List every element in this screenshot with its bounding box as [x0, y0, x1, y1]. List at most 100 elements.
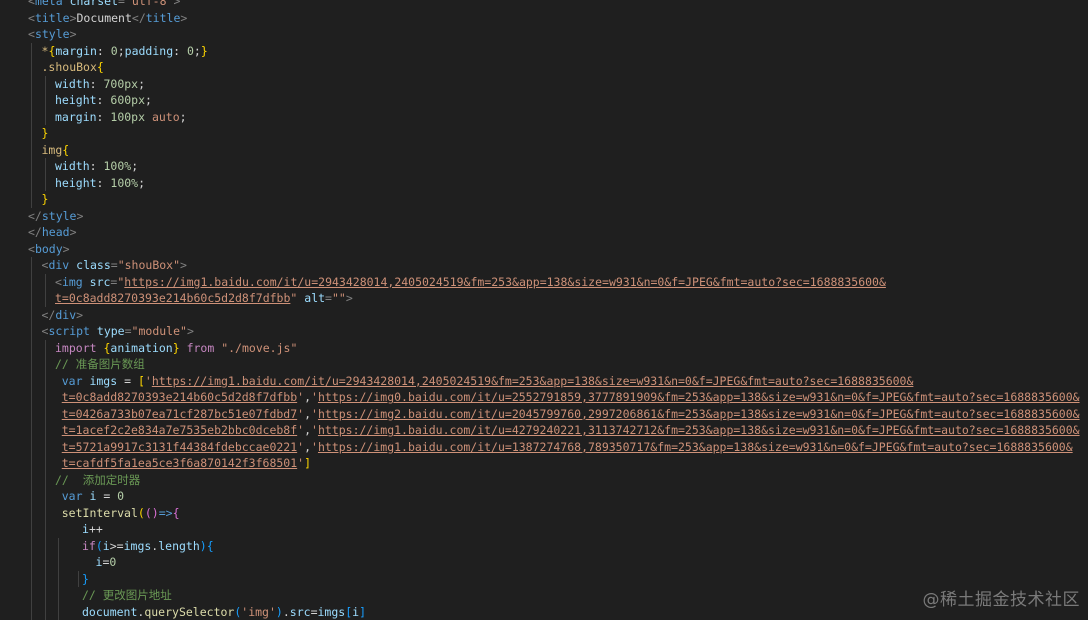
code-token: body: [35, 242, 63, 256]
code-token: setInterval: [62, 506, 138, 520]
code-token: "module": [132, 324, 187, 338]
code-line: <script type="module">: [42, 323, 194, 340]
code-token: "utf-8": [125, 0, 173, 8]
indent-guide: [58, 538, 59, 620]
code-token: t=5721a9917c3131f44384fdebccae0221: [62, 440, 297, 454]
code-token: t=0426a733b07ea71cf287bc51e07fdbd7: [62, 407, 297, 421]
code-token: style: [35, 27, 70, 41]
code-token: https://img1.baidu.com/it/u=2943428014,2…: [124, 275, 886, 289]
code-token: ': [145, 374, 152, 388]
code-token: [: [138, 374, 145, 388]
code-token: meta: [35, 0, 63, 8]
code-token: <: [28, 27, 35, 41]
code-token: if: [82, 539, 96, 553]
code-token: </: [28, 209, 42, 223]
code-line: t=cafdf5fa1ea5ce3f6a870142f3f68501']: [62, 455, 311, 472]
code-token: type: [90, 324, 125, 338]
code-line: t=0426a733b07ea71cf287bc51e07fdbd7','htt…: [62, 406, 1080, 423]
code-token: querySelector: [144, 605, 234, 619]
code-line: setInterval(()=>{: [62, 505, 180, 522]
code-line: <style>: [28, 26, 77, 43]
code-line: width: 100%;: [55, 158, 138, 175]
code-token: 'img': [241, 605, 276, 619]
code-token: >: [180, 258, 187, 272]
code-token: <: [55, 275, 62, 289]
code-token: {: [62, 143, 69, 157]
code-token: :: [97, 176, 111, 190]
code-token: :: [90, 77, 104, 91]
code-token: Document: [77, 11, 132, 25]
code-token: >: [346, 291, 353, 305]
code-line: t=1acef2c2e834a7e7535eb2bbc0dceb8f','htt…: [62, 422, 1080, 439]
code-token: imgs: [124, 539, 152, 553]
code-line: // 添加定时器: [55, 472, 140, 489]
code-token: :: [97, 93, 111, 107]
code-token: imgs: [89, 374, 117, 388]
code-token: ]: [304, 456, 311, 470]
code-token: ){: [200, 539, 214, 553]
code-token: ': [311, 390, 318, 404]
code-token: (): [145, 506, 159, 520]
code-token: https://img0.baidu.com/it/u=2552791859,3…: [318, 390, 1080, 404]
code-token: ,: [304, 407, 311, 421]
code-token: <: [28, 242, 35, 256]
code-token: <: [28, 0, 35, 8]
code-token: class: [69, 258, 111, 272]
code-token: 100%: [110, 176, 138, 190]
code-line: height: 600px;: [55, 92, 152, 109]
code-token: width: [55, 77, 90, 91]
watermark: @稀土掘金技术社区: [923, 585, 1081, 610]
code-line: <img src="https://img1.baidu.com/it/u=29…: [55, 274, 886, 291]
code-token: (: [138, 506, 145, 520]
code-line: }: [42, 125, 49, 142]
code-token: >: [180, 11, 187, 25]
code-editor[interactable]: <meta charset="utf-8"><title>Document</t…: [0, 0, 1088, 618]
code-token: // 更改图片地址: [82, 588, 172, 602]
code-token: height: [55, 176, 97, 190]
code-line: var i = 0: [62, 488, 124, 505]
code-line: *{margin: 0;padding: 0;}: [42, 43, 208, 60]
code-token: https://img1.baidu.com/it/u=1387274768,7…: [318, 440, 1073, 454]
code-token: title: [146, 11, 181, 25]
code-token: 700px: [103, 77, 138, 91]
code-token: ;: [180, 110, 187, 124]
code-line: height: 100%;: [55, 175, 145, 192]
code-line: <body>: [28, 241, 70, 258]
code-token: t=0c8add8270393e214b60c5d2d8f7dfbb: [62, 390, 297, 404]
code-token: margin: [55, 44, 97, 58]
code-token: div: [48, 258, 69, 272]
code-token: }: [42, 192, 49, 206]
indent-guide: [31, 257, 32, 620]
code-token: from: [180, 341, 222, 355]
code-token: >: [76, 209, 83, 223]
code-token: var: [62, 489, 90, 503]
code-token: 600px: [110, 93, 145, 107]
code-token: {: [173, 506, 180, 520]
code-token: document: [82, 605, 137, 619]
code-token: 100%: [103, 159, 131, 173]
code-token: head: [42, 225, 70, 239]
code-token: >: [70, 225, 77, 239]
code-line: </head>: [28, 224, 77, 241]
code-token: >=: [110, 539, 124, 553]
code-token: ;: [131, 159, 138, 173]
code-token: https://img2.baidu.com/it/u=2045799760,2…: [318, 407, 1080, 421]
code-token: :: [173, 44, 187, 58]
code-token: =: [125, 324, 132, 338]
code-token: .shouBox: [42, 60, 97, 74]
code-token: {: [97, 60, 104, 74]
code-line: }: [82, 571, 89, 588]
code-token: >: [70, 27, 77, 41]
code-token: ': [311, 407, 318, 421]
code-token: ': [311, 440, 318, 454]
code-line: <title>Document</title>: [28, 10, 187, 27]
code-token: i: [82, 522, 89, 536]
code-token: ;: [138, 176, 145, 190]
code-line: import {animation} from "./move.js": [55, 340, 297, 357]
code-line: // 准备图片数组: [55, 356, 145, 373]
code-token: "": [332, 291, 346, 305]
indent-guide: [45, 274, 46, 307]
code-token: style: [42, 209, 77, 223]
code-token: 100px: [110, 110, 145, 124]
code-token: =: [111, 258, 118, 272]
